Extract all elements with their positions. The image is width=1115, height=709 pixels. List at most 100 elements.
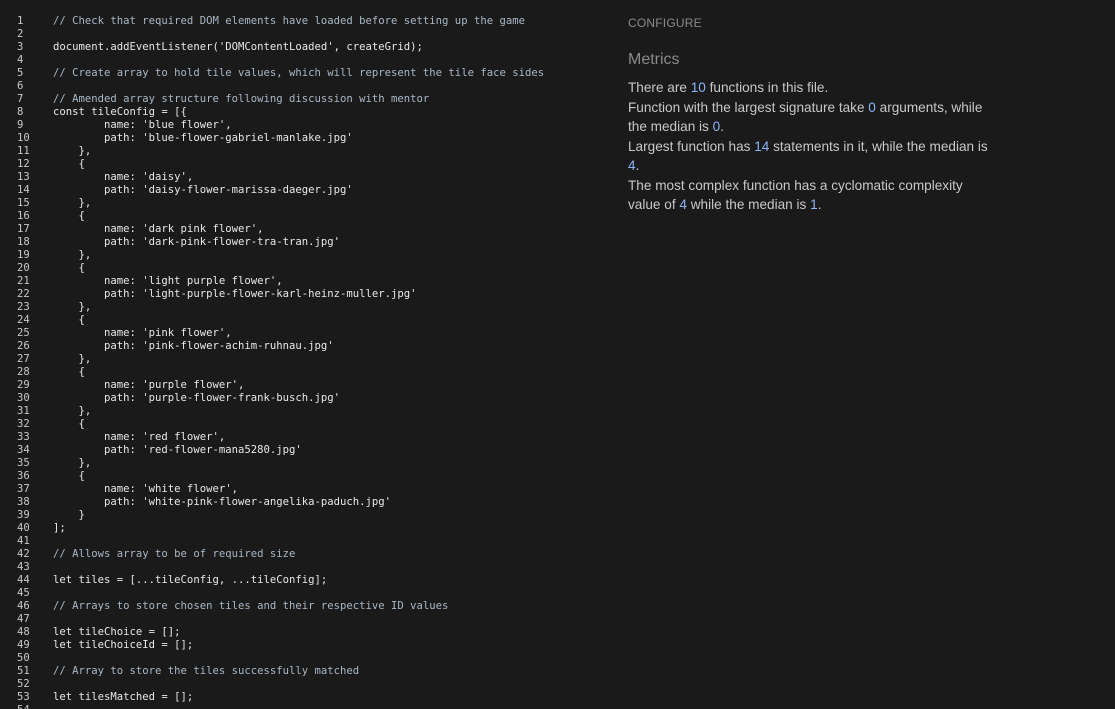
line-number: 34 (17, 444, 30, 456)
line-number: 7 (17, 93, 24, 105)
line-number: 4 (17, 54, 24, 66)
line-number: 42 (17, 548, 30, 560)
line-number: 41 (17, 535, 30, 547)
line-number: 32 (17, 418, 30, 430)
code-line: 3 document.addEventListener('DOMContentLo… (0, 41, 610, 54)
code-line: 5 // Create array to hold tile values, wh… (0, 67, 610, 80)
code-line: 21 name: 'light purple flower', (0, 275, 610, 288)
code-text: let tiles = [...tileConfig, ...tileConfi… (53, 574, 328, 586)
line-number: 43 (17, 561, 30, 573)
code-text: { (53, 262, 85, 274)
code-line: 17 name: 'dark pink flower', (0, 223, 610, 236)
code-text: } (53, 509, 85, 521)
line-number: 18 (17, 236, 30, 248)
code-text: path: 'purple-flower-frank-busch.jpg' (53, 392, 341, 404)
code-line: 34 path: 'red-flower-mana5280.jpg' (0, 444, 610, 457)
code-line: 46 // Arrays to store chosen tiles and th… (0, 600, 610, 613)
code-line: 53 let tilesMatched = []; (0, 691, 610, 704)
code-line: 14 path: 'daisy-flower-marissa-daeger.jp… (0, 184, 610, 197)
code-line: 48 let tileChoice = []; (0, 626, 610, 639)
line-number: 39 (17, 509, 30, 521)
code-text: path: 'light-purple-flower-karl-heinz-mu… (53, 288, 417, 300)
code-text: name: 'pink flower', (53, 327, 232, 339)
code-text: path: 'pink-flower-achim-ruhnau.jpg' (53, 340, 334, 352)
code-line: 51 // Array to store the tiles successful… (0, 665, 610, 678)
line-number: 30 (17, 392, 30, 404)
code-text: }, (53, 353, 92, 365)
code-text: path: 'red-flower-mana5280.jpg' (53, 444, 302, 456)
metric-largest-signature: Function with the largest signature take… (628, 100, 983, 134)
code-text: }, (53, 145, 92, 157)
line-number: 45 (17, 587, 30, 599)
code-text: name: 'blue flower', (53, 119, 232, 131)
code-line: 32 { (0, 418, 610, 431)
line-number: 33 (17, 431, 30, 443)
code-line: 12 { (0, 158, 610, 171)
line-number: 40 (17, 522, 30, 534)
line-number: 49 (17, 639, 30, 651)
code-text: path: 'daisy-flower-marissa-daeger.jpg' (53, 184, 353, 196)
line-number: 38 (17, 496, 30, 508)
line-number: 23 (17, 301, 30, 313)
line-number: 10 (17, 132, 30, 144)
code-text: name: 'white flower', (53, 483, 238, 495)
line-number: 1 (17, 15, 24, 27)
code-comment: // Arrays to store chosen tiles and thei… (53, 600, 449, 612)
code-line: 18 path: 'dark-pink-flower-tra-tran.jpg' (0, 236, 610, 249)
code-comment: // Check that required DOM elements have… (53, 15, 525, 27)
line-number: 22 (17, 288, 30, 300)
line-number: 35 (17, 457, 30, 469)
code-line: 6 (0, 80, 610, 93)
line-number: 27 (17, 353, 30, 365)
code-comment: // Allows array to be of required size (53, 548, 296, 560)
line-number: 8 (17, 106, 24, 118)
code-line: 4 (0, 54, 610, 67)
code-text: { (53, 210, 85, 222)
metrics-heading: Metrics (628, 51, 680, 68)
code-line: 8 const tileConfig = [{ (0, 106, 610, 119)
code-text: { (53, 314, 85, 326)
line-number: 15 (17, 197, 30, 209)
metric-function-count: There are 10 functions in this file. (628, 80, 829, 95)
jshint-page: 1 // Check that required DOM elements hav… (0, 0, 1115, 709)
code-text: path: 'blue-flower-gabriel-manlake.jpg' (53, 132, 353, 144)
code-line: 39 } (0, 509, 610, 522)
code-line: 22 path: 'light-purple-flower-karl-heinz… (0, 288, 610, 301)
line-number: 37 (17, 483, 30, 495)
code-comment: // Amended array structure following dis… (53, 93, 430, 105)
code-line: 7 // Amended array structure following di… (0, 93, 610, 106)
line-number: 11 (17, 145, 30, 157)
line-number: 28 (17, 366, 30, 378)
code-text: }, (53, 457, 92, 469)
code-line: 38 path: 'white-pink-flower-angelika-pad… (0, 496, 610, 509)
configure-link[interactable]: CONFIGURE (628, 16, 702, 30)
line-number: 16 (17, 210, 30, 222)
code-line: 35 }, (0, 457, 610, 470)
code-line: 49 let tileChoiceId = []; (0, 639, 610, 652)
code-text: { (53, 366, 85, 378)
code-text: }, (53, 301, 92, 313)
code-text: path: 'white-pink-flower-angelika-paduch… (53, 496, 392, 508)
line-number: 46 (17, 600, 30, 612)
code-line: 45 (0, 587, 610, 600)
code-text: let tileChoiceId = []; (53, 639, 194, 651)
line-number: 14 (17, 184, 30, 196)
code-comment: // Array to store the tiles successfully… (53, 665, 360, 677)
code-text: name: 'light purple flower', (53, 275, 283, 287)
code-text: document.addEventListener('DOMContentLoa… (53, 41, 423, 53)
line-number: 44 (17, 574, 30, 586)
line-number: 25 (17, 327, 30, 339)
line-number: 9 (17, 119, 24, 131)
metric-cyclomatic-complexity: The most complex function has a cyclomat… (628, 178, 963, 212)
line-number: 6 (17, 80, 24, 92)
code-text: ]; (53, 522, 66, 534)
code-editor[interactable]: 1 // Check that required DOM elements hav… (0, 15, 610, 709)
line-number: 20 (17, 262, 30, 274)
line-number: 51 (17, 665, 30, 677)
code-line: 50 (0, 652, 610, 665)
metrics-list: There are 10 functions in this file. Fun… (628, 78, 988, 215)
code-text: name: 'dark pink flower', (53, 223, 264, 235)
line-number: 21 (17, 275, 30, 287)
code-line: 31 }, (0, 405, 610, 418)
code-line: 36 { (0, 470, 610, 483)
